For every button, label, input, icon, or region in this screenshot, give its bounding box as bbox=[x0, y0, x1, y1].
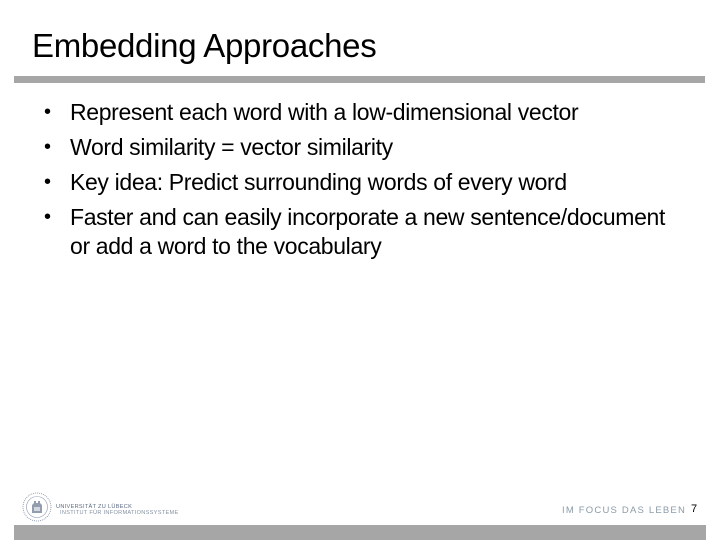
title-divider bbox=[14, 76, 705, 83]
bullet-item: • Represent each word with a low-dimensi… bbox=[44, 98, 704, 127]
slide-title: Embedding Approaches bbox=[32, 27, 377, 64]
footer-motto: IM FOCUS DAS LEBEN bbox=[562, 505, 687, 516]
bullet-text: Key idea: Predict surrounding words of e… bbox=[70, 169, 567, 195]
bullet-icon: • bbox=[44, 171, 51, 193]
bullet-icon: • bbox=[44, 206, 51, 228]
university-wordmark: UNIVERSITÄT ZU LÜBECK INSTITUT FÜR INFOR… bbox=[56, 504, 178, 516]
bullet-icon: • bbox=[44, 101, 51, 123]
bullet-text: Faster and can easily incorporate a new … bbox=[70, 204, 666, 259]
bullet-list: • Represent each word with a low-dimensi… bbox=[44, 98, 704, 267]
university-seal-icon bbox=[22, 492, 52, 522]
bullet-item: • Faster and can easily incorporate a ne… bbox=[44, 203, 680, 261]
bullet-text: Represent each word with a low-dimension… bbox=[70, 99, 579, 125]
page-number: 7 bbox=[691, 503, 698, 515]
bullet-item: • Key idea: Predict surrounding words of… bbox=[44, 168, 704, 197]
bullet-icon: • bbox=[44, 136, 51, 158]
institute-name: INSTITUT FÜR INFORMATIONSSYSTEME bbox=[60, 510, 179, 516]
bullet-item: • Word similarity = vector similarity bbox=[44, 133, 704, 162]
bullet-text: Word similarity = vector similarity bbox=[70, 134, 393, 160]
footer-bar bbox=[14, 525, 706, 540]
